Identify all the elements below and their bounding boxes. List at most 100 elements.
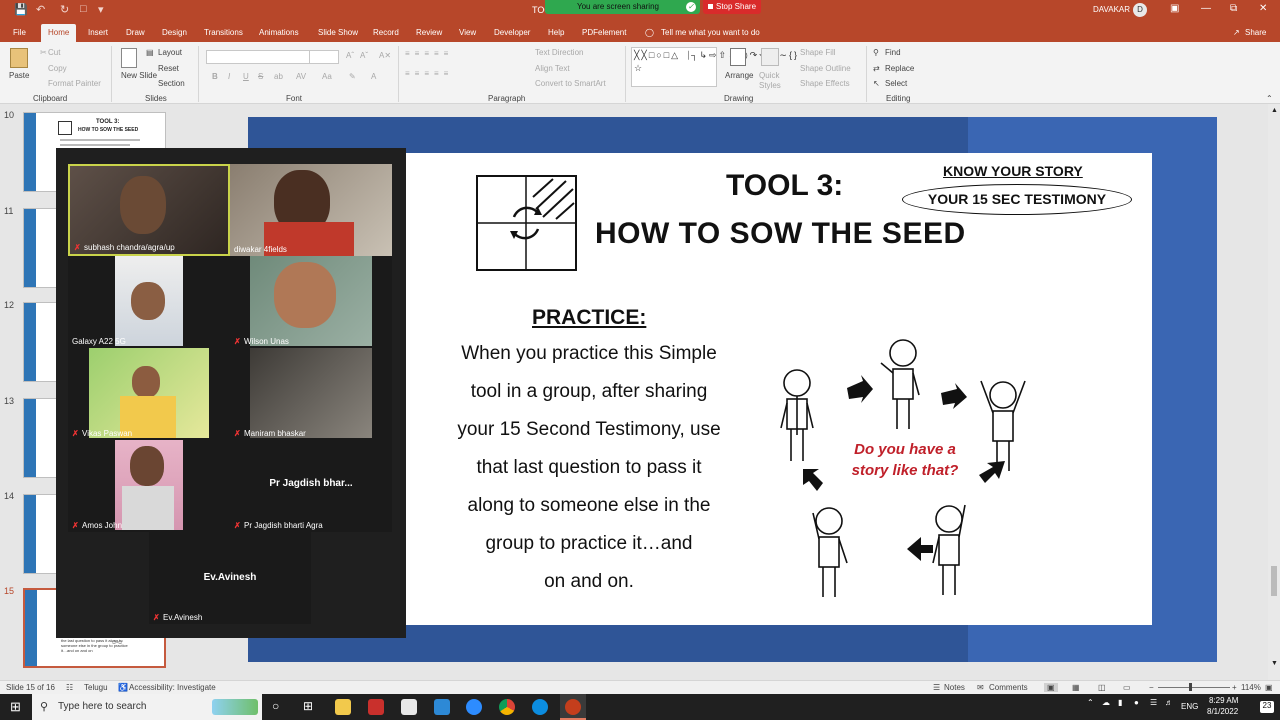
user-name[interactable]: DAVAKAR — [1093, 5, 1130, 14]
clear-formatting-icon[interactable]: A✕ — [379, 51, 391, 60]
shape-effects-button[interactable]: Shape Effects — [800, 79, 850, 88]
copy-button[interactable]: Copy — [48, 64, 67, 73]
network-icon[interactable]: ☰ — [1150, 698, 1157, 707]
notification-badge[interactable]: 23 — [1260, 701, 1274, 713]
select-button[interactable]: Select — [885, 79, 907, 88]
slide-content[interactable]: TOOL 3: HOW TO SOW THE SEED KNOW YOUR ST… — [405, 153, 1152, 625]
close-icon[interactable]: ✕ — [1259, 3, 1267, 14]
increase-font-icon[interactable]: Aˆ — [346, 51, 354, 60]
participant-tile[interactable]: ✗ Wilson Unas — [230, 256, 392, 348]
font-size-input[interactable] — [309, 50, 339, 64]
decrease-font-icon[interactable]: Aˇ — [360, 51, 368, 60]
start-from-beginning-icon[interactable]: □ — [80, 3, 87, 15]
ribbon-display-icon[interactable]: ▣ — [1170, 3, 1179, 14]
zoom-app-icon[interactable] — [466, 699, 482, 715]
reading-view-icon[interactable]: ◫ — [1098, 683, 1106, 692]
office-icon[interactable] — [368, 699, 384, 715]
undo-icon[interactable]: ↶ — [36, 3, 45, 16]
share-button[interactable]: Share — [1245, 28, 1266, 37]
tray-overflow-icon[interactable]: ⌃ — [1087, 698, 1094, 707]
participant-tile[interactable]: Pr Jagdish bhar... ✗ Pr Jagdish bharti Ag… — [230, 440, 392, 532]
mic-icon[interactable]: ● — [1134, 698, 1139, 707]
shape-fill-button[interactable]: Shape Fill — [800, 48, 836, 57]
tab-record[interactable]: Record — [373, 28, 399, 37]
shadow-button[interactable]: ab — [274, 72, 283, 81]
tab-animations[interactable]: Animations — [259, 28, 299, 37]
slide-sorter-icon[interactable]: ▦ — [1072, 683, 1080, 692]
tell-me-search[interactable]: Tell me what you want to do — [661, 28, 760, 37]
weather-widget-icon[interactable] — [212, 699, 258, 715]
replace-button[interactable]: Replace — [885, 64, 914, 73]
powerpoint-taskbar-icon[interactable] — [560, 694, 586, 720]
chrome-icon[interactable] — [499, 699, 515, 715]
tab-developer[interactable]: Developer — [494, 28, 530, 37]
zoom-slider-thumb[interactable] — [1189, 683, 1192, 691]
clock-time[interactable]: 8:29 AM — [1209, 696, 1238, 705]
task-view-icon[interactable]: ○ — [272, 699, 279, 713]
tab-design[interactable]: Design — [162, 28, 187, 37]
layout-button[interactable]: Layout — [158, 48, 182, 57]
tab-home[interactable]: Home — [41, 24, 77, 42]
bold-button[interactable]: B — [212, 72, 218, 81]
text-direction-button[interactable]: Text Direction — [535, 48, 583, 57]
notes-button[interactable]: Notes — [944, 683, 965, 692]
format-painter-button[interactable]: Format Painter — [48, 79, 101, 88]
reset-button[interactable]: Reset — [158, 64, 179, 73]
normal-view-icon[interactable]: ▣ — [1044, 683, 1058, 692]
tab-slide-show[interactable]: Slide Show — [318, 28, 358, 37]
minimize-icon[interactable]: — — [1201, 3, 1211, 14]
tab-review[interactable]: Review — [416, 28, 442, 37]
character-spacing-button[interactable]: AV — [296, 72, 306, 81]
arrange-button[interactable]: Arrange — [725, 71, 753, 80]
tab-view[interactable]: View — [459, 28, 476, 37]
spelling-icon[interactable]: ☷ — [66, 683, 73, 692]
tab-draw[interactable]: Draw — [126, 28, 145, 37]
participant-tile[interactable]: Ev.Avinesh ✗ Ev.Avinesh — [149, 532, 311, 624]
volume-icon[interactable]: ♬ — [1165, 698, 1173, 707]
font-color-button[interactable]: A — [371, 72, 376, 81]
stop-share-button[interactable]: Stop Share — [703, 0, 761, 14]
participant-tile[interactable]: ✗ Vikas Paswan — [68, 348, 230, 440]
battery-icon[interactable]: ▮ — [1118, 698, 1122, 707]
redo-icon[interactable]: ↻ — [60, 3, 69, 16]
new-slide-icon[interactable] — [121, 48, 137, 68]
zoom-out-icon[interactable]: − — [1149, 683, 1154, 692]
paste-button[interactable]: Paste — [9, 71, 29, 80]
clock-date[interactable]: 8/1/2022 — [1207, 707, 1238, 716]
tab-file[interactable]: File — [13, 28, 26, 37]
tab-help[interactable]: Help — [548, 28, 564, 37]
comments-button[interactable]: Comments — [989, 683, 1028, 692]
arrange-icon[interactable] — [730, 48, 746, 66]
align-icons[interactable]: ≡≡≡≡≡ — [405, 69, 453, 78]
shape-outline-button[interactable]: Shape Outline — [800, 64, 851, 73]
find-button[interactable]: Find — [885, 48, 901, 57]
file-explorer-icon[interactable] — [335, 699, 351, 715]
vertical-scrollbar[interactable]: ▲ ▼ — [1268, 104, 1280, 680]
zoom-in-icon[interactable]: + — [1232, 683, 1237, 692]
mail-icon[interactable] — [434, 699, 450, 715]
language-indicator[interactable]: Telugu — [84, 683, 108, 692]
participant-tile[interactable]: ✗ subhash chandra/agra/up — [68, 164, 230, 256]
tab-insert[interactable]: Insert — [88, 28, 108, 37]
avatar[interactable]: D — [1133, 3, 1147, 17]
shapes-gallery[interactable]: ╳╳□○□△⎹┐↳⇨⇧⇩◯↷↶⏝∼{}☆ — [631, 47, 797, 87]
edge-icon[interactable] — [532, 699, 548, 715]
strikethrough-button[interactable]: S — [258, 72, 263, 81]
participant-tile[interactable]: Galaxy A22 5G — [68, 256, 230, 348]
paste-icon[interactable] — [10, 48, 28, 68]
store-icon[interactable] — [401, 699, 417, 715]
section-button[interactable]: Section — [158, 79, 185, 88]
tab-transitions[interactable]: Transitions — [204, 28, 243, 37]
collapse-ribbon-icon[interactable]: ⌃ — [1266, 94, 1273, 103]
language-indicator-tray[interactable]: ENG — [1181, 702, 1198, 711]
screen-sharing-indicator[interactable]: You are screen sharing ✓ — [545, 0, 700, 14]
list-icons[interactable]: ≡≡≡≡≡ — [405, 49, 453, 58]
convert-smartart-button[interactable]: Convert to SmartArt — [535, 79, 606, 88]
accessibility-status[interactable]: Accessibility: Investigate — [129, 683, 216, 692]
zoom-slider[interactable] — [1158, 687, 1230, 688]
share-icon[interactable]: ↗ — [1233, 28, 1240, 37]
windows-start-icon[interactable]: ⊞ — [10, 699, 21, 715]
zoom-level[interactable]: 114% — [1241, 683, 1261, 692]
slideshow-view-icon[interactable]: ▭ — [1123, 683, 1131, 692]
highlight-icon[interactable]: ✎ — [349, 72, 356, 81]
